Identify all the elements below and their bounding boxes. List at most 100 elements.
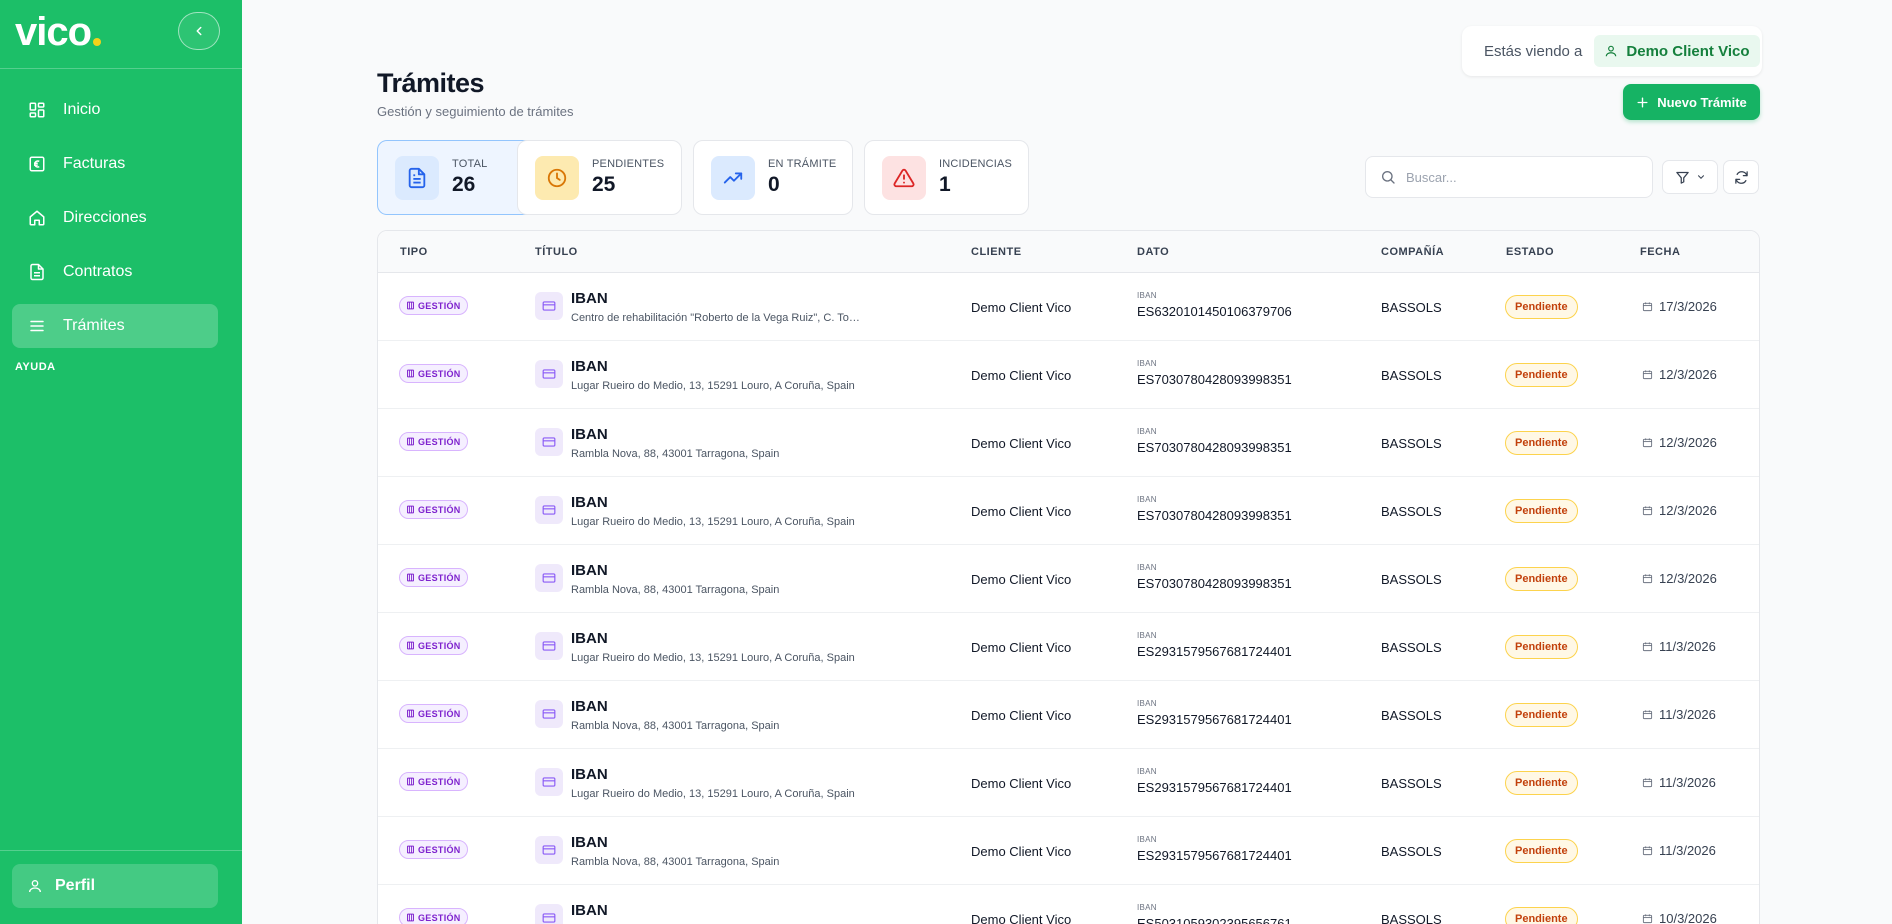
table-row[interactable]: GESTIÓN IBAN Centro de rehabilitación "R… — [378, 885, 1759, 924]
tipo-label: GESTIÓN — [418, 436, 461, 447]
table-row[interactable]: GESTIÓN IBAN Rambla Nova, 88, 43001 Tarr… — [378, 545, 1759, 613]
row-company: BASSOLS — [1381, 504, 1442, 519]
search-icon — [1382, 171, 1395, 184]
status-label: Pendiente — [1515, 437, 1568, 449]
credit-card-icon — [535, 292, 563, 320]
row-date-text: 12/3/2026 — [1659, 435, 1717, 450]
collapse-sidebar-button[interactable] — [178, 12, 220, 50]
sidebar: vico Inicio Facturas Direcciones Contrat… — [0, 0, 242, 924]
row-dato-label: IBAN — [1137, 835, 1157, 844]
status-badge: Pendiente — [1505, 907, 1578, 924]
sidebar-item-inicio[interactable]: Inicio — [12, 88, 218, 132]
column-header-dato[interactable]: DATO — [1137, 246, 1169, 258]
stat-card-incidencias[interactable]: INCIDENCIAS 1 — [864, 140, 1029, 215]
sidebar-item-direcciones[interactable]: Direcciones — [12, 196, 218, 240]
sidebar-nav: Inicio Facturas Direcciones Contratos Tr… — [12, 88, 218, 358]
filter-button[interactable] — [1662, 160, 1718, 194]
sidebar-item-facturas[interactable]: Facturas — [12, 142, 218, 186]
column-header-fecha[interactable]: FECHA — [1640, 246, 1680, 258]
row-dato-value: ES6320101450106379706 — [1137, 304, 1292, 319]
stat-label: EN TRÁMITE — [768, 158, 837, 170]
credit-card-icon — [535, 836, 563, 864]
row-date: 12/3/2026 — [1642, 435, 1717, 450]
brand-logo[interactable]: vico — [15, 10, 102, 54]
calendar-icon — [1642, 846, 1653, 856]
table-row[interactable]: GESTIÓN IBAN Lugar Rueiro do Medio, 13, … — [378, 341, 1759, 409]
sidebar-item-contratos[interactable]: Contratos — [12, 250, 218, 294]
row-date-text: 11/3/2026 — [1659, 707, 1716, 722]
credit-card-icon — [535, 428, 563, 456]
table-row[interactable]: GESTIÓN IBAN Rambla Nova, 88, 43001 Tarr… — [378, 681, 1759, 749]
page-subtitle: Gestión y seguimiento de trámites — [377, 104, 574, 119]
stat-card-pendientes[interactable]: PENDIENTES 25 — [517, 140, 682, 215]
calendar-icon — [1642, 574, 1653, 584]
row-dato-label: IBAN — [1137, 903, 1157, 912]
stat-card-en-tramite[interactable]: EN TRÁMITE 0 — [693, 140, 853, 215]
row-subtitle: Lugar Rueiro do Medio, 13, 15291 Louro, … — [571, 788, 855, 800]
search-input[interactable] — [1406, 169, 1636, 185]
credit-card-icon — [535, 360, 563, 388]
refresh-icon — [1734, 170, 1748, 184]
tipo-badge: GESTIÓN — [399, 704, 468, 723]
row-subtitle: Centro de rehabilitación "Roberto de la … — [571, 312, 861, 324]
clock-icon — [535, 155, 579, 200]
table-row[interactable]: GESTIÓN IBAN Lugar Rueiro do Medio, 13, … — [378, 613, 1759, 681]
table-row[interactable]: GESTIÓN IBAN Lugar Rueiro do Medio, 13, … — [378, 749, 1759, 817]
chevron-down-icon — [1697, 175, 1704, 179]
row-dato-value: ES5031059302395656761 — [1137, 916, 1292, 924]
row-client: Demo Client Vico — [971, 436, 1072, 451]
row-title: IBAN — [571, 766, 608, 783]
sidebar-divider — [0, 68, 242, 69]
user-icon — [1606, 45, 1617, 57]
row-dato-label: IBAN — [1137, 359, 1157, 368]
row-dato-value: ES7030780428093998351 — [1137, 372, 1292, 387]
table-row[interactable]: GESTIÓN IBAN Lugar Rueiro do Medio, 13, … — [378, 477, 1759, 545]
table-row[interactable]: GESTIÓN IBAN Rambla Nova, 88, 43001 Tarr… — [378, 817, 1759, 885]
column-header-cliente[interactable]: CLIENTE — [971, 246, 1022, 258]
stat-label: TOTAL — [452, 158, 488, 170]
calendar-icon — [1642, 914, 1653, 924]
row-date: 12/3/2026 — [1642, 503, 1717, 518]
building-icon — [407, 913, 414, 922]
column-header-compania[interactable]: COMPAÑÍA — [1381, 246, 1444, 258]
row-company: BASSOLS — [1381, 912, 1442, 924]
tipo-label: GESTIÓN — [418, 708, 461, 719]
row-client: Demo Client Vico — [971, 912, 1072, 924]
trending-up-icon — [711, 155, 755, 200]
filter-icon — [1675, 171, 1689, 184]
calendar-icon — [1642, 302, 1653, 312]
document-icon — [27, 262, 47, 282]
calendar-icon — [1642, 778, 1653, 788]
sidebar-item-tramites[interactable]: Trámites — [12, 304, 218, 348]
client-selector[interactable]: Demo Client Vico — [1594, 35, 1760, 67]
table-row[interactable]: GESTIÓN IBAN Centro de rehabilitación "R… — [378, 273, 1759, 341]
tipo-badge: GESTIÓN — [399, 840, 468, 859]
sidebar-item-label: Direcciones — [63, 209, 147, 226]
status-label: Pendiente — [1515, 301, 1568, 313]
client-name: Demo Client Vico — [1626, 42, 1750, 60]
sidebar-item-perfil[interactable]: Perfil — [12, 864, 218, 908]
row-date: 12/3/2026 — [1642, 571, 1717, 586]
row-date: 10/3/2026 — [1642, 911, 1717, 924]
row-company: BASSOLS — [1381, 708, 1442, 723]
row-dato-label: IBAN — [1137, 631, 1157, 640]
status-label: Pendiente — [1515, 709, 1568, 721]
tipo-label: GESTIÓN — [418, 368, 461, 379]
stat-text: INCIDENCIAS 1 — [939, 158, 1012, 197]
row-date: 11/3/2026 — [1642, 843, 1716, 858]
row-company: BASSOLS — [1381, 572, 1442, 587]
column-header-tipo[interactable]: TIPO — [400, 246, 428, 258]
new-tramite-button[interactable]: Nuevo Trámite — [1623, 84, 1760, 120]
row-dato-label: IBAN — [1137, 563, 1157, 572]
column-header-titulo[interactable]: TÍTULO — [535, 246, 578, 258]
brand-wordmark: vico — [15, 10, 92, 54]
status-label: Pendiente — [1515, 777, 1568, 789]
row-title: IBAN — [571, 426, 608, 443]
tramites-table: TIPO TÍTULO CLIENTE DATO COMPAÑÍA ESTADO… — [377, 230, 1760, 924]
refresh-button[interactable] — [1723, 160, 1759, 194]
tipo-label: GESTIÓN — [418, 844, 461, 855]
row-client: Demo Client Vico — [971, 368, 1072, 383]
column-header-estado[interactable]: ESTADO — [1506, 246, 1554, 258]
tipo-badge: GESTIÓN — [399, 568, 468, 587]
table-row[interactable]: GESTIÓN IBAN Rambla Nova, 88, 43001 Tarr… — [378, 409, 1759, 477]
